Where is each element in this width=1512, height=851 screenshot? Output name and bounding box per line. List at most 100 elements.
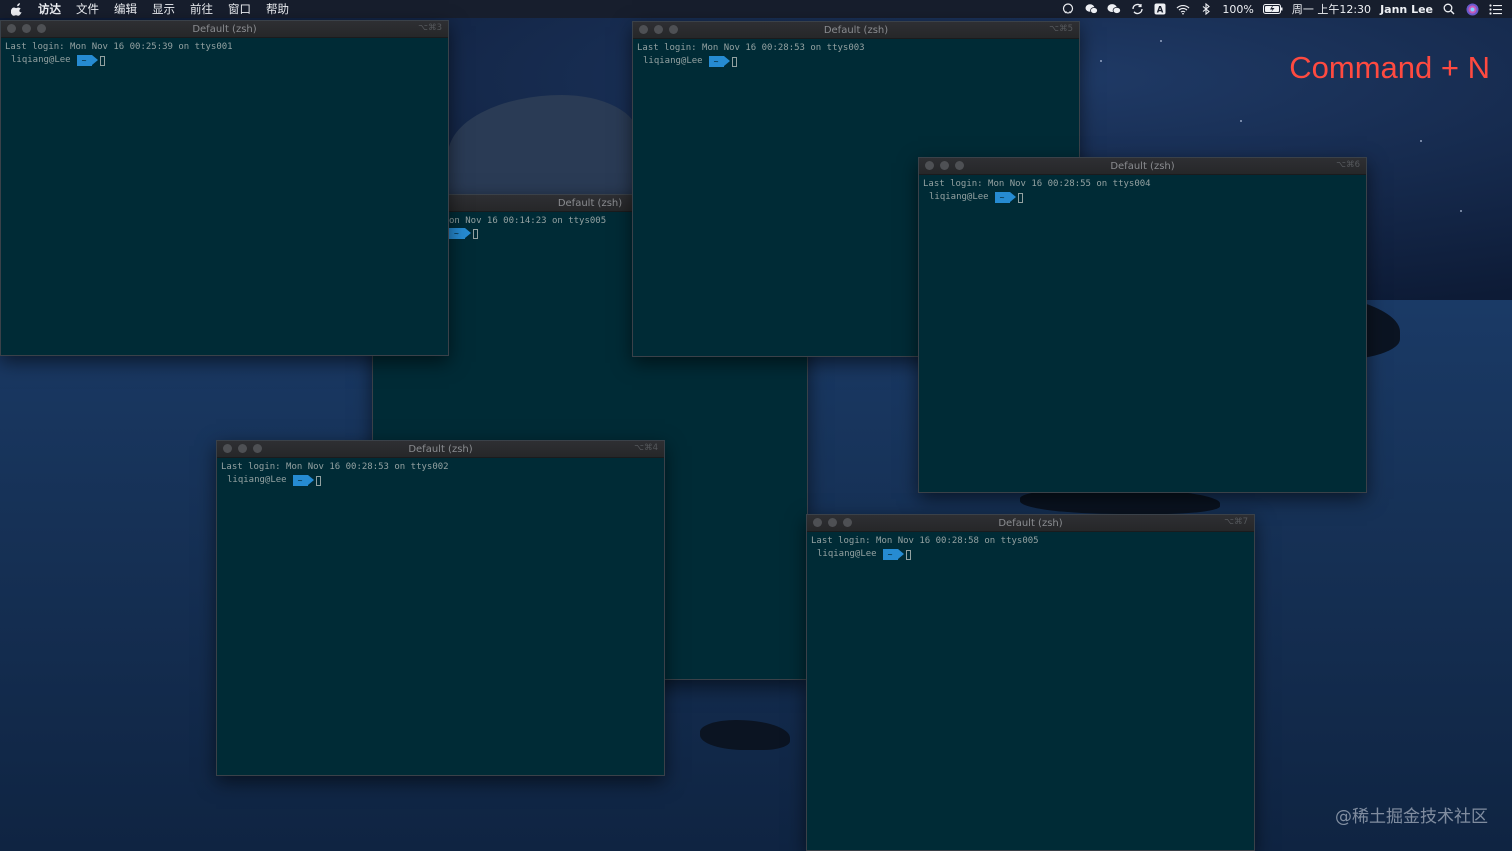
login-message: Last login: Mon Nov 16 00:25:39 on ttys0… — [5, 42, 233, 52]
menu-finder[interactable]: 访达 — [38, 1, 61, 17]
login-message: Last login: Mon Nov 16 00:28:53 on ttys0… — [221, 462, 449, 472]
clock[interactable]: 周一 上午12:30 — [1292, 1, 1371, 17]
window-title: Default (zsh) — [823, 24, 889, 36]
zoom-button[interactable] — [253, 444, 262, 453]
watermark: @稀土掘金技术社区 — [1335, 807, 1488, 827]
window-controls — [925, 161, 964, 170]
login-message: Last login: Mon Nov 16 00:28:53 on ttys0… — [637, 43, 865, 53]
window-title: Default (zsh) — [557, 197, 623, 209]
sync-icon[interactable] — [1130, 2, 1144, 16]
apple-icon[interactable] — [10, 2, 24, 16]
prompt-cwd: ~ — [449, 228, 471, 239]
terminal-window[interactable]: Default (zsh) ⌥⌘7 Last login: Mon Nov 16… — [806, 514, 1255, 851]
window-titlebar[interactable]: Default (zsh) ⌥⌘4 — [217, 441, 664, 458]
siri-icon[interactable] — [1465, 2, 1479, 16]
close-button[interactable] — [639, 25, 648, 34]
shell-prompt: liqiang@Lee ~ — [5, 54, 444, 67]
window-shortcut: ⌥⌘3 — [418, 23, 442, 33]
login-message: Last login: Mon Nov 16 00:28:58 on ttys0… — [811, 536, 1039, 546]
input-method-icon[interactable]: A — [1153, 2, 1167, 16]
wechat-icon[interactable] — [1107, 2, 1122, 16]
window-titlebar[interactable]: Default (zsh) ⌥⌘5 — [633, 22, 1079, 39]
window-controls — [7, 24, 46, 33]
window-controls — [223, 444, 262, 453]
battery-icon[interactable] — [1262, 2, 1283, 16]
window-shortcut: ⌥⌘5 — [1049, 24, 1073, 34]
prompt-cwd: ~ — [882, 549, 905, 560]
terminal-content[interactable]: Last login: Mon Nov 16 00:25:39 on ttys0… — [1, 38, 448, 70]
wifi-icon[interactable] — [1176, 2, 1190, 16]
menu-edit[interactable]: 编辑 — [114, 1, 137, 17]
prompt-user: liqiang@Lee — [929, 192, 989, 202]
text-cursor — [316, 475, 322, 486]
zoom-button[interactable] — [669, 25, 678, 34]
text-cursor — [100, 55, 106, 66]
login-message: Last login: Mon Nov 16 00:28:55 on ttys0… — [923, 179, 1151, 189]
window-title: Default (zsh) — [192, 23, 257, 35]
zoom-button[interactable] — [37, 24, 46, 33]
terminal-content[interactable]: Last login: Mon Nov 16 00:28:53 on ttys0… — [633, 39, 1079, 71]
text-cursor — [732, 56, 738, 67]
qq-icon[interactable] — [1061, 2, 1075, 16]
text-cursor — [906, 549, 912, 560]
close-button[interactable] — [7, 24, 16, 33]
window-title: Default (zsh) — [408, 443, 473, 455]
window-controls — [813, 518, 852, 527]
close-button[interactable] — [925, 161, 934, 170]
shell-prompt: liqiang@Lee ~ — [923, 191, 1362, 204]
minimize-button[interactable] — [940, 161, 949, 170]
prompt-cwd: ~ — [708, 56, 731, 67]
minimize-button[interactable] — [654, 25, 663, 34]
terminal-content[interactable]: Last login: Mon Nov 16 00:28:53 on ttys0… — [217, 458, 664, 490]
star — [1420, 140, 1422, 142]
prompt-cwd: ~ — [994, 192, 1017, 203]
terminal-content[interactable]: Last login: Mon Nov 16 00:28:58 on ttys0… — [807, 532, 1254, 564]
control-center-icon[interactable] — [1488, 2, 1502, 16]
close-button[interactable] — [223, 444, 232, 453]
window-titlebar[interactable]: Default (zsh) ⌥⌘3 — [1, 21, 448, 38]
close-button[interactable] — [813, 518, 822, 527]
menu-go[interactable]: 前往 — [190, 1, 213, 17]
terminal-window[interactable]: Default (zsh) ⌥⌘6 Last login: Mon Nov 16… — [918, 157, 1367, 493]
shell-prompt: liqiang@Lee ~ — [221, 474, 660, 487]
minimize-button[interactable] — [22, 24, 31, 33]
prompt-user: liqiang@Lee — [11, 55, 71, 65]
menu-window[interactable]: 窗口 — [228, 1, 251, 17]
star — [1240, 120, 1242, 122]
menu-help[interactable]: 帮助 — [266, 1, 289, 17]
terminal-content[interactable]: Last login: Mon Nov 16 00:28:55 on ttys0… — [919, 175, 1366, 207]
battery-percent[interactable]: 100% — [1222, 3, 1253, 16]
prompt-user: liqiang@Lee — [817, 549, 877, 559]
terminal-window[interactable]: Default (zsh) ⌥⌘3 Last login: Mon Nov 16… — [0, 20, 449, 356]
shortcut-annotation: Command + N — [1289, 50, 1490, 85]
star — [1160, 40, 1162, 42]
menu-file[interactable]: 文件 — [76, 1, 99, 17]
prompt-cwd: ~ — [292, 475, 315, 486]
wechat-bubble-icon[interactable] — [1084, 2, 1098, 16]
window-titlebar[interactable]: Default (zsh) ⌥⌘7 — [807, 515, 1254, 532]
user-name[interactable]: Jann Lee — [1380, 3, 1433, 16]
window-title: Default (zsh) — [998, 517, 1063, 529]
star — [1460, 210, 1462, 212]
prompt-user: liqiang@Lee — [227, 475, 287, 485]
zoom-button[interactable] — [843, 518, 852, 527]
minimize-button[interactable] — [828, 518, 837, 527]
window-shortcut: ⌥⌘4 — [634, 443, 658, 453]
shell-prompt: liqiang@Lee ~ — [811, 548, 1250, 561]
window-shortcut: ⌥⌘6 — [1336, 160, 1360, 170]
prompt-user: liqiang@Lee — [643, 56, 703, 66]
star — [1100, 60, 1102, 62]
minimize-button[interactable] — [238, 444, 247, 453]
window-title: Default (zsh) — [1110, 160, 1175, 172]
menu-view[interactable]: 显示 — [152, 1, 175, 17]
menu-bar: 访达 文件 编辑 显示 前往 窗口 帮助 A 100% 周一 上午12:30 J… — [0, 0, 1512, 18]
text-cursor — [1018, 192, 1024, 203]
shell-prompt: liqiang@Lee ~ — [637, 55, 1075, 68]
prompt-cwd: ~ — [76, 55, 99, 66]
window-titlebar[interactable]: Default (zsh) ⌥⌘6 — [919, 158, 1366, 175]
zoom-button[interactable] — [955, 161, 964, 170]
bluetooth-icon[interactable] — [1199, 2, 1213, 16]
search-icon[interactable] — [1442, 2, 1456, 16]
window-controls — [639, 25, 678, 34]
terminal-window[interactable]: Default (zsh) ⌥⌘4 Last login: Mon Nov 16… — [216, 440, 665, 776]
